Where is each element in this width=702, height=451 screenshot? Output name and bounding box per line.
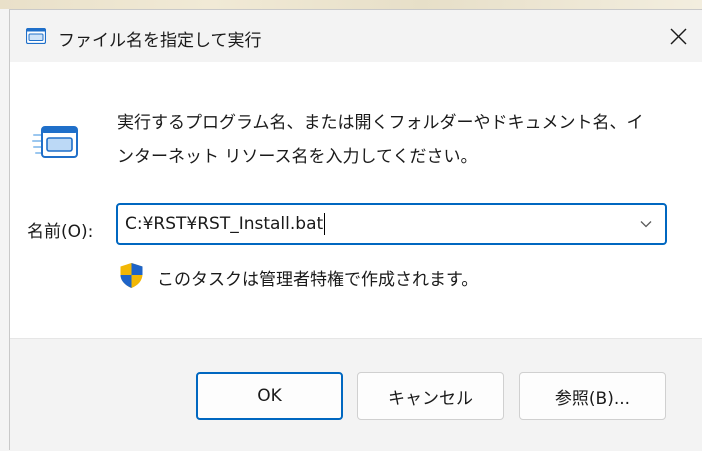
program-name-value: C:¥RST¥RST_Install.bat [125,214,324,234]
name-label: 名前(O): [27,222,94,242]
button-bar: OK キャンセル 参照(B)... [10,338,702,451]
description-text: 実行するプログラム名、または開くフォルダーやドキュメント名、イ ンターネット リ… [117,106,677,174]
program-name-combobox[interactable]: C:¥RST¥RST_Install.bat [116,203,667,245]
chevron-down-icon [640,221,652,228]
dialog-content: 実行するプログラム名、または開くフォルダーやドキュメント名、イ ンターネット リ… [10,62,702,338]
run-dialog-icon [32,126,78,158]
close-icon [670,28,686,44]
uac-shield-icon [120,263,143,288]
description-line: 実行するプログラム名、または開くフォルダーやドキュメント名、イ [117,113,644,133]
ok-button[interactable]: OK [196,372,343,420]
description-line: ンターネット リソース名を入力してください。 [117,147,478,167]
background-window-strip [0,0,702,9]
window-title: ファイル名を指定して実行 [58,31,262,51]
dropdown-button[interactable] [635,205,657,243]
program-name-input[interactable]: C:¥RST¥RST_Install.bat [125,205,625,243]
text-caret [324,213,326,235]
cancel-button[interactable]: キャンセル [357,372,504,420]
run-dialog-icon [26,28,46,44]
title-bar[interactable]: ファイル名を指定して実行 [10,10,702,62]
run-dialog: ファイル名を指定して実行 実行するプログラム名、または開くフォルダーやドキュメン… [9,9,702,451]
browse-button[interactable]: 参照(B)... [519,372,666,420]
close-button[interactable] [654,10,702,62]
admin-privilege-note: このタスクは管理者特権で作成されます。 [157,270,479,290]
